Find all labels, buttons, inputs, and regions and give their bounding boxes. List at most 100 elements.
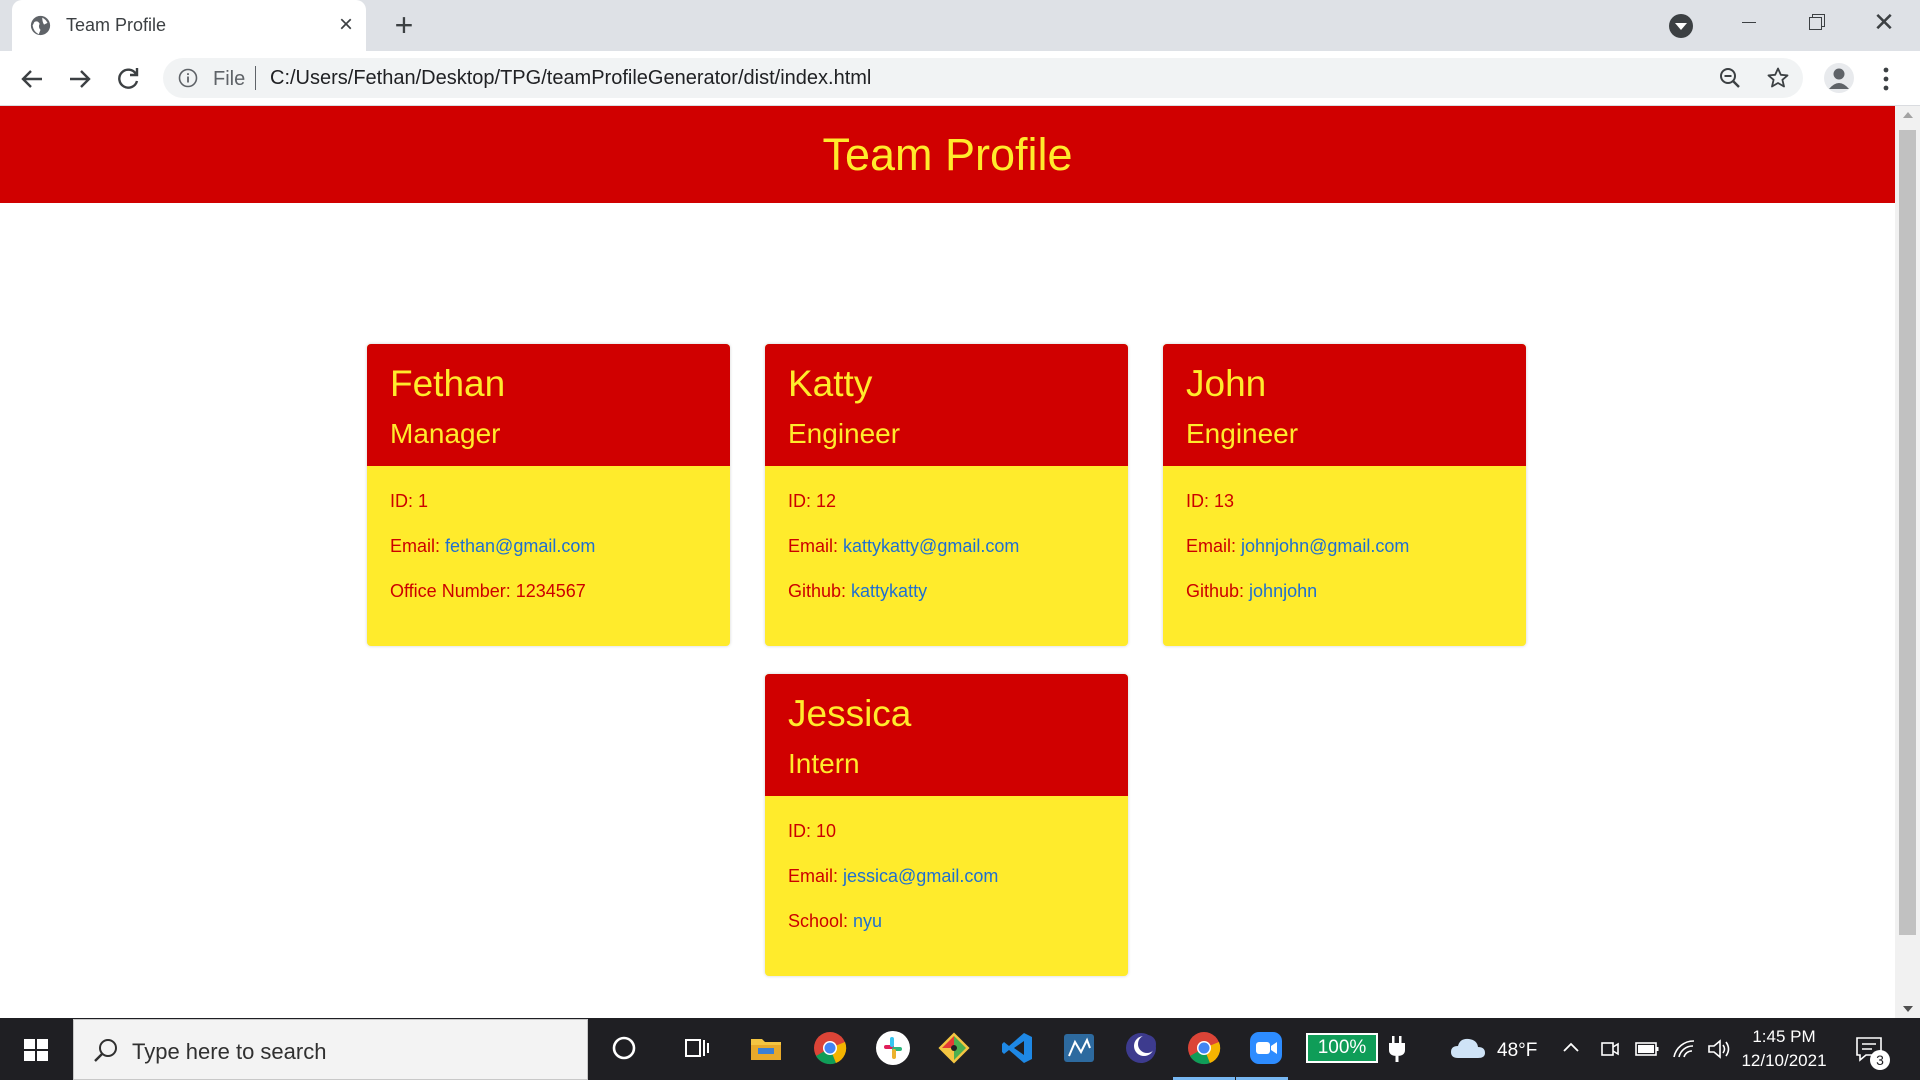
chrome-active-icon[interactable] [1186, 1030, 1222, 1066]
vscode-icon[interactable] [999, 1030, 1035, 1066]
github-link[interactable]: johnjohn [1249, 581, 1317, 601]
email-row: Email: kattykatty@gmail.com [788, 536, 1128, 557]
card-header: Jessica Intern [765, 674, 1128, 796]
new-tab-button[interactable]: + [389, 9, 419, 41]
school-label: School: [788, 911, 854, 931]
tab-search-icon[interactable] [1669, 14, 1693, 38]
employee-card: John Engineer ID: 13 Email: johnjohn@gma… [1163, 344, 1526, 646]
email-row: Email: jessica@gmail.com [788, 866, 1128, 887]
employee-role: Engineer [1186, 418, 1299, 449]
minimize-button[interactable] [1714, 0, 1782, 44]
address-bar[interactable]: File C:/Users/Fethan/Desktop/TPG/teamPro… [163, 58, 1803, 98]
chevron-up-icon[interactable] [1562, 1040, 1580, 1054]
school-value: nyu [853, 911, 883, 931]
id-row: ID: 13 [1186, 491, 1526, 512]
employee-card: Fethan Manager ID: 1 Email: fethan@gmail… [367, 344, 730, 646]
bookmark-star-icon[interactable] [1766, 66, 1790, 90]
card-header: Katty Engineer [765, 344, 1128, 466]
scroll-down-arrow-icon[interactable] [1903, 1006, 1913, 1012]
eclipse-icon[interactable] [1123, 1030, 1159, 1066]
email-row: Email: johnjohn@gmail.com [1186, 536, 1526, 557]
github-label: Github: [1186, 581, 1250, 601]
window-close-button[interactable]: ✕ [1850, 0, 1918, 44]
email-link[interactable]: jessica@gmail.com [843, 866, 998, 886]
employee-name: Katty [788, 363, 873, 404]
email-label: Email: [788, 866, 844, 886]
card-header: John Engineer [1163, 344, 1526, 466]
employee-card: Katty Engineer ID: 12 Email: kattykatty@… [765, 344, 1128, 646]
chrome-icon[interactable] [812, 1030, 848, 1066]
scrollbar-thumb[interactable] [1899, 130, 1916, 935]
page-viewport: Team Profile Fethan Manager ID: 1 Email:… [0, 106, 1895, 1018]
profile-avatar-icon[interactable] [1824, 63, 1854, 93]
email-row: Email: fethan@gmail.com [390, 536, 730, 557]
cortana-icon[interactable] [606, 1030, 642, 1066]
email-label: Email: [788, 536, 844, 556]
meet-now-icon[interactable] [1599, 1038, 1621, 1060]
vertical-scrollbar[interactable] [1895, 106, 1920, 1018]
employee-name: Fethan [390, 363, 506, 404]
school-row: School: nyu [788, 911, 1128, 932]
email-link[interactable]: fethan@gmail.com [445, 536, 595, 556]
tab-title: Team Profile [66, 15, 167, 35]
git-icon[interactable] [936, 1030, 972, 1066]
id-value: 10 [816, 821, 837, 841]
email-label: Email: [1186, 536, 1242, 556]
employee-role: Engineer [788, 418, 901, 449]
github-row: Github: johnjohn [1186, 581, 1526, 602]
scroll-up-arrow-icon[interactable] [1903, 112, 1913, 118]
card-body: ID: 12 Email: kattykatty@gmail.com Githu… [765, 466, 1128, 646]
system-clock[interactable]: 1:45 PM 12/10/2021 [1736, 1025, 1832, 1073]
id-label: ID: [1186, 491, 1215, 511]
employee-role: Intern [788, 748, 860, 779]
id-row: ID: 12 [788, 491, 1128, 512]
card-body: ID: 10 Email: jessica@gmail.com School: … [765, 796, 1128, 976]
restore-button[interactable] [1782, 0, 1850, 44]
battery-percent[interactable]: 100% [1306, 1033, 1378, 1063]
url-text[interactable]: C:/Users/Fethan/Desktop/TPG/teamProfileG… [270, 67, 871, 90]
temperature-text[interactable]: 48°F [1497, 1040, 1537, 1062]
globe-icon [30, 15, 51, 36]
reload-icon[interactable] [112, 63, 144, 95]
taskbar-search-box[interactable]: Type here to search [73, 1019, 588, 1080]
github-label: Github: [788, 581, 852, 601]
id-value: 1 [418, 491, 429, 511]
search-placeholder: Type here to search [132, 1039, 327, 1064]
browser-tab-strip: Team Profile × + ✕ [0, 0, 1920, 51]
browser-tab[interactable]: Team Profile × [12, 0, 366, 51]
power-plug-icon [1389, 1036, 1405, 1062]
url-separator [255, 66, 256, 90]
tab-close-icon[interactable]: × [334, 13, 358, 37]
slack-icon[interactable] [875, 1030, 911, 1066]
employee-name: John [1186, 363, 1267, 404]
file-explorer-icon[interactable] [748, 1030, 784, 1066]
volume-icon[interactable] [1706, 1037, 1732, 1061]
zoom-icon[interactable] [1248, 1030, 1284, 1066]
email-link[interactable]: johnjohn@gmail.com [1241, 536, 1409, 556]
battery-icon[interactable] [1634, 1039, 1660, 1059]
office-number-label: Office Number: [390, 581, 516, 601]
card-body: ID: 1 Email: fethan@gmail.com Office Num… [367, 466, 730, 646]
zoom-out-icon[interactable] [1718, 66, 1742, 90]
card-header: Fethan Manager [367, 344, 730, 466]
employee-role: Manager [390, 418, 501, 449]
forward-arrow-icon[interactable] [64, 63, 96, 95]
id-value: 13 [1214, 491, 1235, 511]
id-row: ID: 1 [390, 491, 730, 512]
search-icon [94, 1039, 117, 1062]
back-arrow-icon[interactable] [16, 63, 48, 95]
email-link[interactable]: kattykatty@gmail.com [843, 536, 1019, 556]
office-number-value: 1234567 [515, 581, 586, 601]
windows-start-icon[interactable] [0, 1018, 72, 1080]
browser-toolbar: File C:/Users/Fethan/Desktop/TPG/teamPro… [0, 51, 1920, 106]
wifi-icon[interactable] [1671, 1037, 1697, 1061]
email-label: Email: [390, 536, 446, 556]
info-icon[interactable] [178, 68, 198, 88]
url-scheme: File [213, 68, 246, 90]
mysql-workbench-icon[interactable] [1061, 1030, 1097, 1066]
github-link[interactable]: kattykatty [851, 581, 927, 601]
id-label: ID: [788, 491, 817, 511]
weather-cloud-icon[interactable] [1448, 1032, 1488, 1064]
kebab-menu-icon[interactable] [1876, 65, 1896, 93]
task-view-icon[interactable] [678, 1030, 714, 1066]
